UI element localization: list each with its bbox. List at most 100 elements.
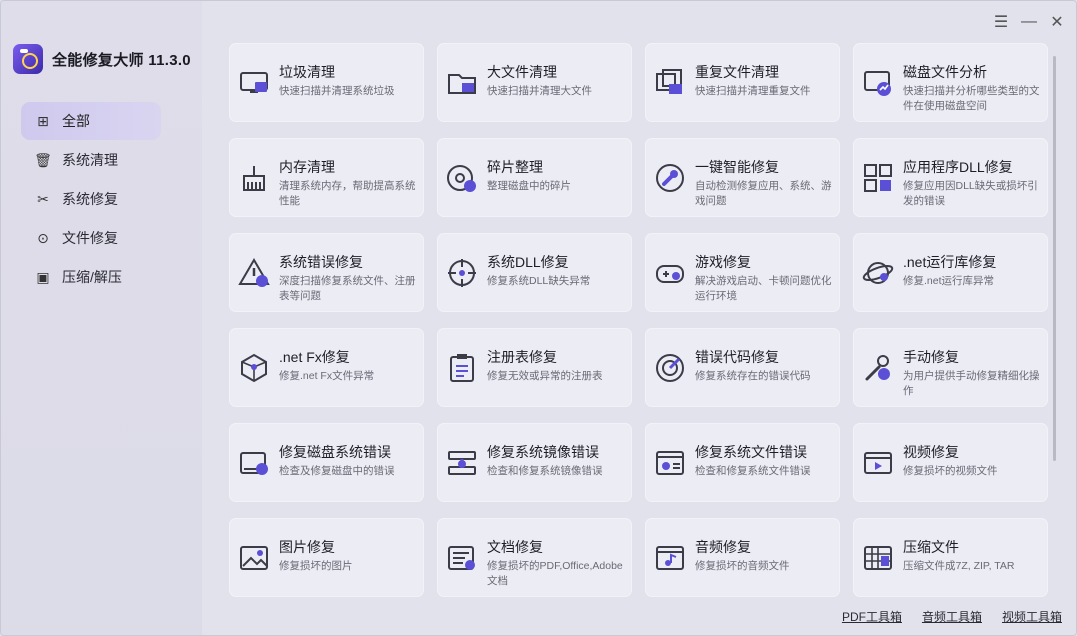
tool-card-title: 图片修复 — [279, 539, 335, 555]
tool-card-title: 系统错误修复 — [279, 254, 363, 270]
zip-icon — [862, 542, 894, 574]
tool-card[interactable]: 视频修复 修复损坏的视频文件 — [853, 423, 1048, 502]
document-icon-svg — [448, 546, 475, 570]
wrench-circle-icon — [654, 162, 686, 194]
app-grid-icon-svg — [864, 164, 892, 192]
tool-card-title: 碎片整理 — [487, 159, 543, 175]
system-file-icon — [654, 447, 686, 479]
crosshair-icon — [446, 257, 478, 289]
duplicate-files-icon — [654, 67, 686, 99]
sidebar-item-0[interactable]: ⊞ 全部 — [21, 102, 161, 140]
tool-card[interactable]: .net Fx修复修复.net Fx文件异常 — [229, 328, 424, 407]
tool-card[interactable]: 碎片整理 整理磁盘中的碎片 — [437, 138, 632, 217]
tool-card[interactable]: 错误代码修复 修复系统存在的错误代码 — [645, 328, 840, 407]
target-icon-svg — [656, 354, 684, 382]
tool-card[interactable]: 音频修复 修复损坏的音频文件 — [645, 518, 840, 597]
sidebar-item-label: 系统修复 — [62, 191, 118, 207]
tool-card[interactable]: 系统DLL修复 修复系统DLL缺失异常 — [437, 233, 632, 312]
tool-card-description: 快速扫描并清理重复文件 — [695, 85, 811, 97]
footer-links: PDF工具箱 音频工具箱 视频工具箱 — [842, 608, 1062, 625]
brand: 全能修复大师 11.3.0 — [13, 43, 191, 75]
tool-card-title: 压缩文件 — [903, 539, 959, 555]
tool-card-description: 修复损坏的音频文件 — [695, 560, 790, 572]
tool-card-description: 修复系统存在的错误代码 — [695, 370, 811, 382]
tool-card[interactable]: 应用程序DLL修复 修复应用因DLL缺失或损坏引发的错误 — [853, 138, 1048, 217]
tool-card[interactable]: 游戏修复 解决游戏启动、卡顿问题优化运行环境 — [645, 233, 840, 312]
video-toolbox-link[interactable]: 视频工具箱 — [1002, 608, 1062, 625]
document-icon — [446, 542, 478, 574]
zip-icon-svg — [864, 546, 892, 570]
tool-card-description: 修复损坏的视频文件 — [903, 465, 998, 477]
tool-card[interactable]: 注册表修复 修复无效或异常的注册表 — [437, 328, 632, 407]
tool-card-description: 修复.net Fx文件异常 — [279, 370, 375, 382]
menu-icon[interactable]: ☰ — [994, 12, 1008, 32]
app-window: 全能修复大师 11.3.0 ⊞ 全部 🗑 系统清理 ✂ 系统修复 ⊙ 文件修复 ▣ 压缩/解压 ☰… — [0, 0, 1077, 636]
tool-card-description: 检查及修复磁盘中的错误 — [279, 465, 395, 477]
video-icon-svg — [864, 452, 892, 474]
grid-icon: ⊞ — [37, 113, 49, 129]
archive-icon: ▣ — [36, 269, 50, 285]
tool-card[interactable]: 手动修复 为用户提供手动修复精细化操作 — [853, 328, 1048, 407]
app-grid-icon — [862, 162, 894, 194]
target-icon — [654, 352, 686, 384]
tool-card[interactable]: 垃圾清理 快速扫描并清理系统垃圾 — [229, 43, 424, 122]
tool-card-description: 修复.net运行库异常 — [903, 275, 995, 287]
audio-icon — [654, 542, 686, 574]
tool-card[interactable]: 大文件清理 快速扫描并清理大文件 — [437, 43, 632, 122]
gamepad-icon — [654, 257, 686, 289]
monitor-clean-icon — [238, 67, 270, 99]
tools-icon: ✂ — [37, 191, 49, 207]
wrench-gear-icon — [862, 352, 894, 384]
sidebar-item-1[interactable]: 🗑 系统清理 — [21, 141, 161, 179]
disk-analysis-icon — [862, 67, 894, 99]
tool-card[interactable]: 修复系统文件错误 检查和修复系统文件错误 — [645, 423, 840, 502]
tool-card-description: 修复损坏的图片 — [279, 560, 353, 572]
tool-card-description: 为用户提供手动修复精细化操作 — [903, 370, 1040, 397]
tool-card[interactable]: 磁盘文件分析 快速扫描并分析哪些类型的文件在使用磁盘空间 — [853, 43, 1048, 122]
file-search-icon: ⊙ — [37, 230, 49, 246]
tool-card-description: 压缩文件成7Z, ZIP, TAR — [903, 560, 1015, 572]
tool-card-title: 一键智能修复 — [695, 159, 779, 175]
disk-warning-icon-svg — [240, 452, 268, 475]
tool-card[interactable]: .net运行库修复 修复.net运行库异常 — [853, 233, 1048, 312]
image-drive-icon — [446, 447, 478, 479]
minimize-icon[interactable]: — — [1021, 12, 1037, 32]
tool-card[interactable]: 文档修复 修复损坏的PDF,Office,Adobe文档 — [437, 518, 632, 597]
tool-card-title: 修复磁盘系统错误 — [279, 444, 391, 460]
tool-card[interactable]: 一键智能修复 自动检测修复应用、系统、游戏问题 — [645, 138, 840, 217]
audio-icon-svg — [656, 546, 684, 570]
crosshair-icon-svg — [448, 259, 476, 287]
tool-card-description: 快速扫描并清理系统垃圾 — [279, 85, 395, 97]
tool-card[interactable]: 修复系统镜像错误 检查和修复系统镜像错误 — [437, 423, 632, 502]
close-icon[interactable]: ✕ — [1050, 12, 1064, 32]
pdf-toolbox-link[interactable]: PDF工具箱 — [842, 608, 902, 625]
tool-card[interactable]: 修复磁盘系统错误检查及修复磁盘中的错误 — [229, 423, 424, 502]
tool-card[interactable]: 压缩文件压缩文件成7Z, ZIP, TAR — [853, 518, 1048, 597]
broom-icon: 🗑 — [34, 152, 52, 168]
tool-card-title: .net Fx修复 — [279, 349, 350, 365]
tool-card-description: 修复无效或异常的注册表 — [487, 370, 603, 382]
tool-card[interactable]: 图片修复修复损坏的图片 — [229, 518, 424, 597]
folder-clean-icon — [446, 67, 478, 99]
sidebar-item-3[interactable]: ⊙ 文件修复 — [21, 219, 161, 257]
sidebar-item-2[interactable]: ✂ 系统修复 — [21, 180, 161, 218]
tool-card[interactable]: 内存清理 清理系统内存，帮助提高系统性能 — [229, 138, 424, 217]
clipboard-icon-svg — [450, 354, 474, 382]
tool-card[interactable]: 系统错误修复 深度扫描修复系统文件、注册表等问题 — [229, 233, 424, 312]
planet-icon-svg — [862, 262, 894, 284]
memory-broom-icon-svg — [243, 166, 265, 191]
system-file-icon-svg — [656, 451, 684, 475]
warning-icon-svg — [238, 258, 270, 287]
audio-toolbox-link[interactable]: 音频工具箱 — [922, 608, 982, 625]
wrench-circle-icon-svg — [656, 164, 684, 192]
tool-card-description: 检查和修复系统镜像错误 — [487, 465, 603, 477]
tool-card-title: 游戏修复 — [695, 254, 751, 270]
app-logo-icon — [13, 44, 43, 74]
tool-card[interactable]: 重复文件清理 快速扫描并清理重复文件 — [645, 43, 840, 122]
sidebar-item-4[interactable]: ▣ 压缩/解压 — [21, 258, 161, 296]
warning-icon — [238, 257, 270, 289]
scrollbar[interactable] — [1053, 56, 1056, 461]
video-icon — [862, 447, 894, 479]
sidebar-nav: ⊞ 全部 🗑 系统清理 ✂ 系统修复 ⊙ 文件修复 ▣ 压缩/解压 — [21, 102, 161, 297]
window-controls: ☰ — ✕ — [994, 12, 1064, 32]
